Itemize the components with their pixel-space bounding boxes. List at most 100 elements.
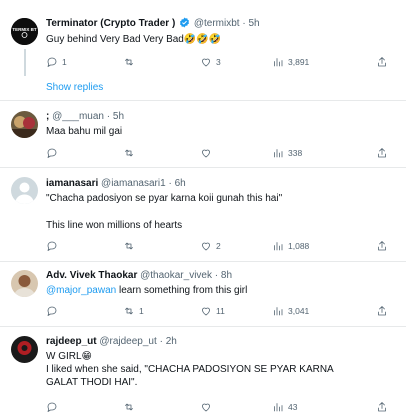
views-icon	[274, 307, 283, 316]
reply-icon	[47, 57, 57, 67]
tweet-text: Maa bahu mil gai	[46, 126, 123, 137]
heart-icon	[202, 58, 210, 67]
views-icon	[274, 149, 283, 158]
user-handle[interactable]: @termixbt	[194, 18, 240, 29]
share-button[interactable]	[376, 400, 388, 414]
like-count: 11	[216, 306, 225, 316]
views-button[interactable]: 3,891	[272, 55, 309, 69]
tweet-5[interactable]: rajdeep_ut @rajdeep_ut · 2h W GIRL😁 I li…	[0, 327, 406, 419]
heart-icon	[202, 403, 210, 412]
tweet-header: Adv. Vivek Thaokar @thaokar_vivek · 8h	[46, 269, 232, 282]
mention-link[interactable]: @major_pawan	[46, 285, 116, 296]
like-button[interactable]: 3	[200, 55, 221, 69]
user-handle[interactable]: @thaokar_vivek	[140, 270, 212, 281]
like-button[interactable]: 2	[200, 239, 221, 253]
views-button[interactable]: 43	[272, 400, 297, 414]
like-count: 2	[216, 241, 221, 251]
retweet-icon	[125, 58, 133, 66]
share-button[interactable]	[376, 55, 388, 69]
views-button[interactable]: 338	[272, 146, 302, 160]
tweet-actions: 43	[46, 400, 396, 414]
reply-button[interactable]	[46, 400, 62, 414]
display-name[interactable]: rajdeep_ut	[46, 336, 97, 347]
tweet-text-line-2: I liked when she said, "CHACHA PADOSIYON…	[46, 364, 334, 388]
timestamp[interactable]: 5h	[248, 18, 259, 29]
timestamp[interactable]: 6h	[175, 178, 186, 189]
tweet-actions: 338	[46, 146, 396, 160]
view-count: 3,891	[288, 57, 310, 67]
reply-button[interactable]	[46, 304, 62, 318]
retweet-button[interactable]	[123, 400, 139, 414]
display-name[interactable]: Adv. Vivek Thaokar	[46, 270, 137, 281]
tweet-4[interactable]: Adv. Vivek Thaokar @thaokar_vivek · 8h @…	[0, 262, 406, 326]
retweet-icon	[125, 307, 133, 315]
display-name[interactable]: Terminator (Crypto Trader )	[46, 18, 175, 29]
share-icon	[378, 402, 386, 412]
like-button[interactable]	[200, 146, 216, 160]
dot-separator: ·	[168, 178, 172, 189]
tweet-1[interactable]: TERMIX BT Terminator (Crypto Trader ) @t…	[0, 0, 406, 100]
timestamp[interactable]: 8h	[221, 270, 232, 281]
like-button[interactable]: 11	[200, 304, 225, 318]
avatar[interactable]	[11, 111, 38, 138]
tweet-actions: 2 1,088	[46, 239, 396, 253]
views-button[interactable]: 3,041	[272, 304, 309, 318]
views-button[interactable]: 1,088	[272, 239, 309, 253]
retweet-button[interactable]	[123, 239, 139, 253]
display-name[interactable]: iamanasari	[46, 178, 98, 189]
share-icon	[378, 306, 386, 316]
tweet-header: Terminator (Crypto Trader ) @termixbt · …	[46, 17, 260, 32]
timestamp[interactable]: 5h	[113, 111, 124, 122]
heart-icon	[202, 149, 210, 158]
view-count: 3,041	[288, 306, 310, 316]
dot-separator: ·	[159, 336, 163, 347]
tweet-header: ; @___muan · 5h	[46, 110, 124, 123]
tweet-2[interactable]: ; @___muan · 5h Maa bahu mil gai 338	[0, 101, 406, 167]
user-handle[interactable]: @rajdeep_ut	[99, 336, 156, 347]
retweet-button[interactable]	[123, 55, 139, 69]
reply-button[interactable]	[46, 239, 62, 253]
retweet-icon	[125, 403, 133, 411]
heart-icon	[202, 242, 210, 251]
retweet-icon	[125, 149, 133, 157]
avatar[interactable]	[11, 270, 38, 297]
avatar[interactable]	[11, 336, 38, 363]
reply-icon	[47, 402, 57, 412]
view-count: 1,088	[288, 241, 310, 251]
dot-separator: ·	[242, 18, 246, 29]
retweet-button[interactable]	[123, 146, 139, 160]
reply-icon	[47, 306, 57, 316]
dot-separator: ·	[214, 270, 219, 281]
svg-text:TERMIX BT: TERMIX BT	[12, 27, 37, 32]
tweet-actions: 1 3 3,891	[46, 55, 396, 69]
share-icon	[378, 57, 386, 67]
views-icon	[274, 58, 283, 67]
avatar[interactable]	[11, 177, 38, 204]
tweet-text: @major_pawan learn something from this g…	[46, 285, 248, 296]
avatar[interactable]: TERMIX BT	[11, 18, 38, 45]
tweet-text: Guy behind Very Bad Very Bad🤣🤣🤣	[46, 34, 222, 45]
retweet-icon	[125, 242, 133, 250]
tweet-header: iamanasari @iamanasari1 · 6h	[46, 177, 186, 190]
reply-button[interactable]	[46, 146, 62, 160]
user-handle[interactable]: @___muan	[52, 111, 104, 122]
like-button[interactable]	[200, 400, 216, 414]
timestamp[interactable]: 2h	[166, 336, 177, 347]
reply-icon	[47, 241, 57, 251]
view-count: 43	[288, 402, 298, 412]
views-icon	[274, 242, 283, 251]
reply-button[interactable]: 1	[46, 55, 67, 69]
tweet-3[interactable]: iamanasari @iamanasari1 · 6h "Chacha pad…	[0, 168, 406, 261]
heart-icon	[202, 307, 210, 316]
share-button[interactable]	[376, 239, 388, 253]
show-replies-link[interactable]: Show replies	[46, 82, 103, 93]
tweet-text: "Chacha padosiyon se pyar karna koii gun…	[46, 193, 283, 204]
user-handle[interactable]: @iamanasari1	[101, 178, 166, 189]
views-icon	[274, 403, 283, 412]
tweet-header: rajdeep_ut @rajdeep_ut · 2h	[46, 335, 177, 348]
retweet-button[interactable]: 1	[123, 304, 144, 318]
share-button[interactable]	[376, 304, 388, 318]
display-name[interactable]: ;	[46, 111, 49, 122]
share-button[interactable]	[376, 146, 388, 160]
reply-count: 1	[62, 57, 67, 67]
